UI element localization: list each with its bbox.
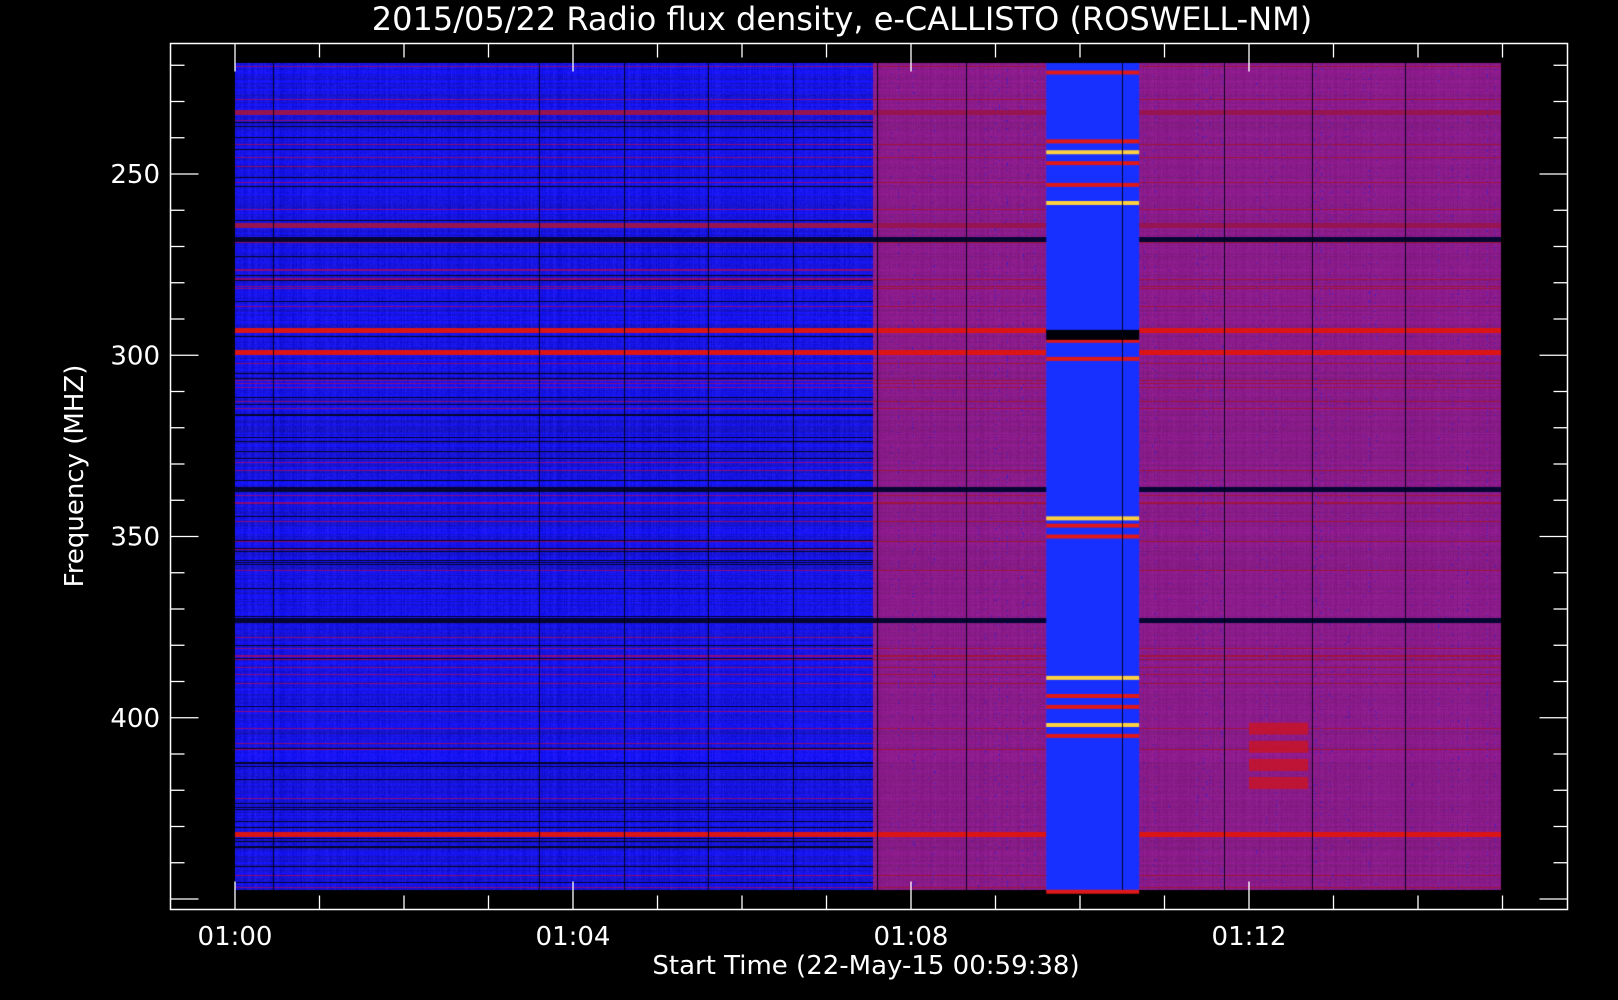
- y-tick-labels: 250 300 350 400: [110, 160, 160, 734]
- y-tick-label: 300: [110, 341, 160, 371]
- x-axis-label: Start Time (22-May-15 00:59:38): [652, 951, 1079, 981]
- y-axis-label: Frequency (MHZ): [60, 365, 90, 588]
- x-tick-label: 01:00: [198, 922, 273, 952]
- x-tick-label: 01:08: [874, 922, 949, 952]
- chart-frame: 2015/05/22 Radio flux density, e-CALLIST…: [60, 0, 1569, 981]
- x-tick-label: 01:04: [536, 922, 611, 952]
- chart-title: 2015/05/22 Radio flux density, e-CALLIST…: [372, 0, 1312, 38]
- plot-border: [169, 42, 1569, 911]
- x-tick-label: 01:12: [1212, 922, 1287, 952]
- y-tick-label: 250: [110, 160, 160, 190]
- y-tick-label: 400: [110, 704, 160, 734]
- x-tick-labels: 01:00 01:04 01:08 01:12: [198, 922, 1287, 952]
- y-tick-label: 350: [110, 523, 160, 553]
- axis-ticks: [170, 43, 1568, 910]
